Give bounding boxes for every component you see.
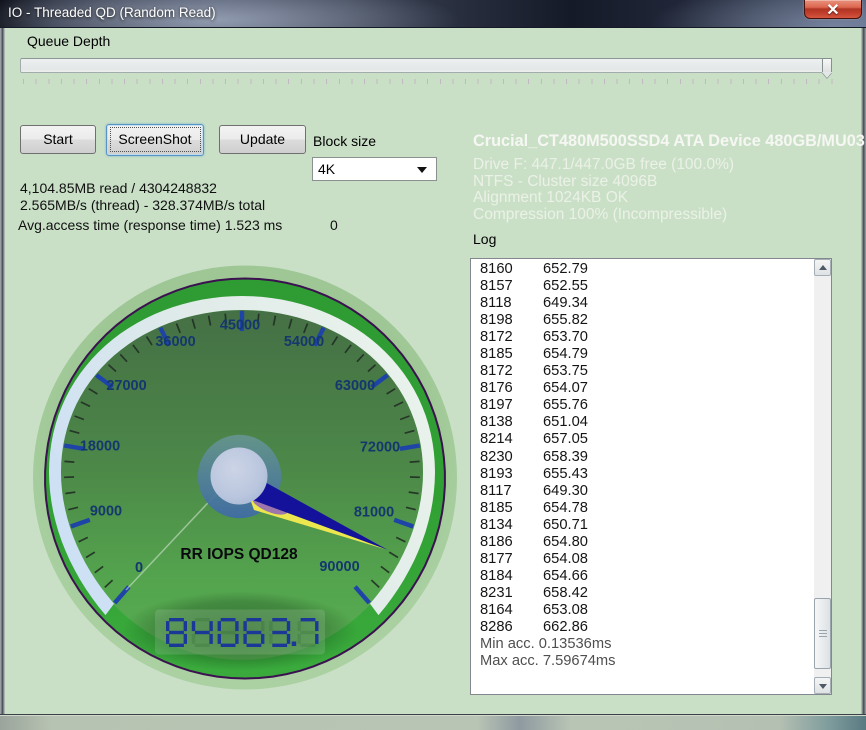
svg-text:27000: 27000: [106, 378, 146, 394]
svg-text:36000: 36000: [155, 334, 195, 350]
svg-text:72000: 72000: [360, 440, 400, 456]
svg-text:81000: 81000: [354, 505, 394, 521]
svg-text:RR IOPS QD128: RR IOPS QD128: [180, 546, 298, 563]
svg-text:54000: 54000: [284, 334, 324, 350]
svg-text:90000: 90000: [319, 559, 359, 575]
svg-text:63000: 63000: [335, 378, 375, 394]
svg-text:18000: 18000: [80, 439, 120, 455]
svg-text:45000: 45000: [220, 318, 260, 334]
svg-text:9000: 9000: [90, 504, 122, 520]
